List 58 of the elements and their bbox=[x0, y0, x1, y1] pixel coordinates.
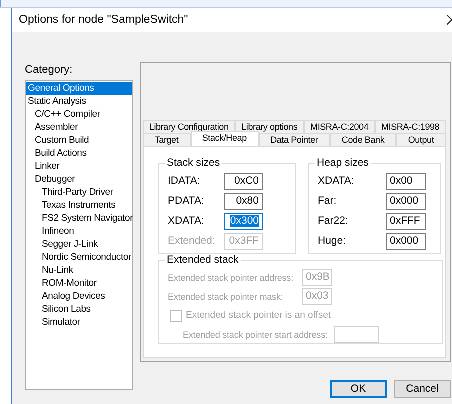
category-item[interactable]: Debugger bbox=[26, 173, 132, 186]
group-title: Stack sizes bbox=[166, 157, 222, 169]
tab[interactable]: Data Pointer bbox=[258, 133, 330, 146]
category-item[interactable]: Infineon bbox=[26, 225, 132, 238]
field-label: Extended: bbox=[168, 235, 216, 247]
field-label: Extended stack pointer mask: bbox=[168, 292, 284, 302]
input-field bbox=[334, 326, 379, 343]
input-field[interactable]: 0xFFF bbox=[386, 212, 426, 230]
input-field[interactable]: 0x000 bbox=[386, 232, 426, 250]
window-title: Options for node "SampleSwitch" bbox=[19, 14, 188, 26]
input-field[interactable]: 0x000 bbox=[386, 192, 426, 210]
category-item[interactable]: Simulator bbox=[26, 316, 132, 329]
group-title: Extended stack bbox=[166, 254, 240, 266]
field-label: IDATA: bbox=[168, 175, 202, 187]
field-label: PDATA: bbox=[168, 195, 206, 207]
checkbox-label: Extended stack pointer is an offset bbox=[186, 310, 332, 321]
category-item[interactable]: FS2 System Navigator bbox=[26, 212, 132, 225]
category-item[interactable]: Segger J-Link bbox=[26, 238, 132, 251]
input-field[interactable]: 0x80 bbox=[224, 192, 263, 210]
category-item[interactable]: Assembler bbox=[26, 121, 132, 134]
category-item[interactable]: C/C++ Compiler bbox=[26, 108, 132, 121]
category-item[interactable]: Static Analysis bbox=[26, 95, 132, 108]
input-field: 0x03 bbox=[302, 288, 332, 305]
category-item[interactable]: Third-Party Driver bbox=[26, 186, 132, 199]
tab[interactable]: MISRA-C:2004 bbox=[304, 120, 376, 133]
category-item[interactable]: General Options bbox=[26, 82, 132, 95]
category-item[interactable]: Nu-Link bbox=[26, 264, 132, 277]
input-field[interactable]: 0x00 bbox=[386, 172, 426, 190]
tab[interactable]: Stack/Heap bbox=[190, 131, 259, 146]
tab[interactable]: Output bbox=[396, 133, 446, 146]
field-label: Far22: bbox=[318, 215, 350, 227]
input-field: 0x9B bbox=[302, 269, 332, 286]
category-item[interactable]: Analog Devices bbox=[26, 290, 132, 303]
tab[interactable]: MISRA-C:1998 bbox=[375, 120, 446, 133]
tab[interactable]: Target bbox=[143, 133, 191, 146]
field-label: Far: bbox=[318, 195, 338, 207]
cancel-button[interactable]: Cancel bbox=[394, 380, 451, 398]
category-item[interactable]: Custom Build bbox=[26, 134, 132, 147]
tab[interactable]: Code Bank bbox=[330, 133, 396, 146]
category-item[interactable]: Build Actions bbox=[26, 147, 132, 160]
field-label: XDATA: bbox=[318, 175, 356, 187]
input-field[interactable]: 0x300 bbox=[224, 212, 263, 230]
tab[interactable]: Library options bbox=[235, 120, 304, 133]
field-label: Huge: bbox=[318, 235, 348, 247]
group-title: Heap sizes bbox=[316, 157, 370, 169]
input-field[interactable]: 0xC0 bbox=[224, 172, 263, 190]
category-item[interactable]: Silicon Labs bbox=[26, 303, 132, 316]
category-label: Category: bbox=[25, 64, 74, 78]
field-label: Extended stack pointer start address: bbox=[183, 330, 329, 340]
category-item[interactable]: Linker bbox=[26, 160, 132, 173]
field-label: Extended stack pointer address: bbox=[168, 272, 294, 282]
category-item[interactable]: Texas Instruments bbox=[26, 199, 132, 212]
category-item[interactable]: Nordic Semiconductor bbox=[26, 251, 132, 264]
ok-button[interactable]: OK bbox=[330, 380, 387, 398]
category-item[interactable]: ROM-Monitor bbox=[26, 277, 132, 290]
input-field: 0x3FF bbox=[224, 232, 263, 250]
tab[interactable]: Library Configuration bbox=[143, 120, 236, 133]
field-label: XDATA: bbox=[168, 215, 206, 227]
